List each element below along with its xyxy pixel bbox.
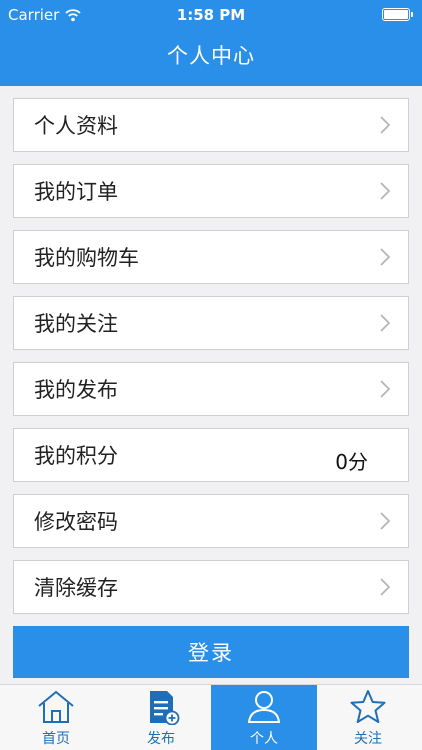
tab-publish[interactable]: 发布	[108, 685, 214, 750]
menu-item-clear-cache[interactable]: 清除缓存	[13, 560, 409, 614]
home-icon	[38, 690, 74, 723]
battery-icon	[382, 8, 413, 21]
chevron-right-icon	[380, 512, 390, 530]
menu-item-points[interactable]: 我的积分 0分	[13, 428, 409, 482]
menu-item-change-password[interactable]: 修改密码	[13, 494, 409, 548]
menu-item-label: 我的购物车	[34, 246, 139, 270]
menu-item-follows[interactable]: 我的关注	[13, 296, 409, 350]
menu-item-orders[interactable]: 我的订单	[13, 164, 409, 218]
menu-item-profile[interactable]: 个人资料	[13, 98, 409, 152]
menu-item-label: 我的积分	[34, 444, 118, 468]
publish-icon	[150, 691, 180, 725]
menu-item-label: 我的订单	[34, 180, 118, 204]
menu-item-posts[interactable]: 我的发布	[13, 362, 409, 416]
tab-label: 关注	[354, 731, 382, 747]
tab-bar: 首页 发布 个人 关注	[0, 684, 422, 750]
tab-label: 发布	[147, 731, 175, 747]
menu-item-label: 个人资料	[34, 114, 118, 138]
status-bar: Carrier 1:58 PM	[0, 0, 422, 30]
tab-follow[interactable]: 关注	[315, 685, 421, 750]
tab-home[interactable]: 首页	[3, 685, 109, 750]
menu-item-cart[interactable]: 我的购物车	[13, 230, 409, 284]
status-time: 1:58 PM	[176, 6, 246, 24]
menu-item-label: 清除缓存	[34, 576, 118, 600]
tab-personal[interactable]: 个人	[211, 685, 317, 750]
star-icon	[350, 690, 386, 723]
chevron-right-icon	[380, 182, 390, 200]
tab-label: 首页	[42, 731, 70, 747]
menu-item-label: 我的发布	[34, 378, 118, 402]
page-title: 个人中心	[167, 44, 255, 68]
tab-label: 个人	[250, 731, 278, 747]
menu-item-label: 修改密码	[34, 510, 118, 534]
points-value: 0分	[335, 450, 368, 474]
chevron-right-icon	[380, 380, 390, 398]
chevron-right-icon	[380, 116, 390, 134]
top-bar: Carrier 1:58 PM 个人中心	[0, 0, 422, 86]
chevron-right-icon	[380, 248, 390, 266]
menu-item-label: 我的关注	[34, 312, 118, 336]
chevron-right-icon	[380, 314, 390, 332]
person-icon	[247, 691, 281, 723]
login-button[interactable]: 登录	[13, 626, 409, 678]
chevron-right-icon	[380, 578, 390, 596]
app-screen: Carrier 1:58 PM 个人中心 个人资料 我的订单 我的购物车 我的关…	[0, 0, 422, 750]
